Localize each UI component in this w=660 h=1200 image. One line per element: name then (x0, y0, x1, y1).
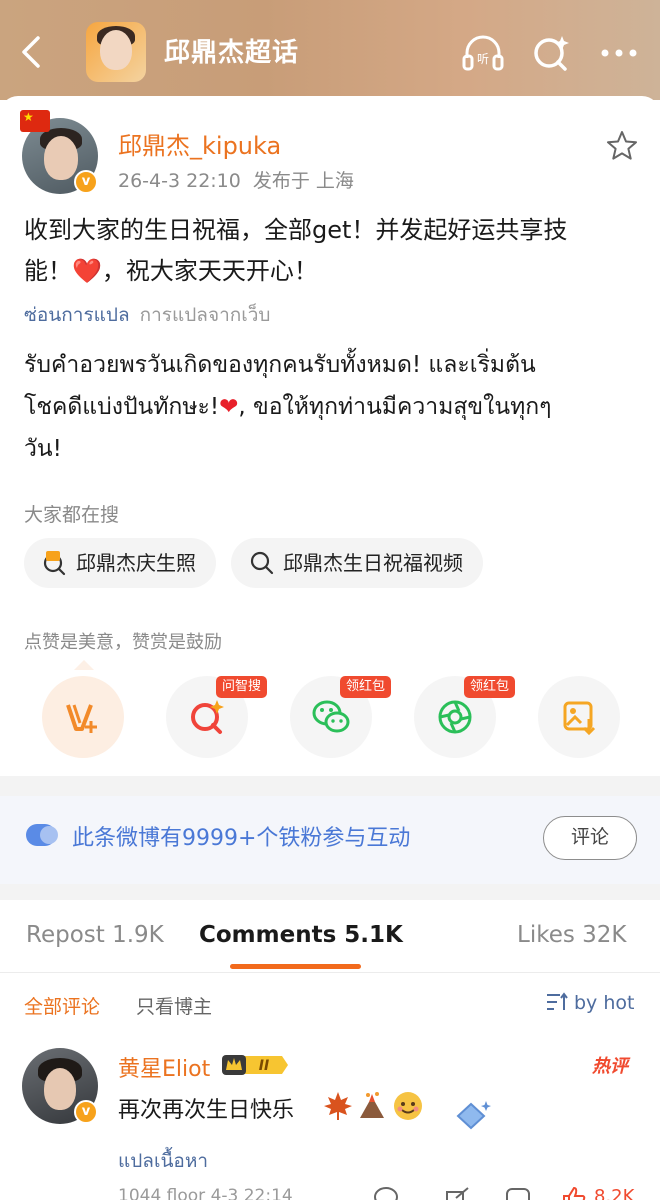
moments-red-packet-badge: 领红包 (464, 676, 516, 698)
fan-toggle-icon (26, 824, 58, 846)
translation-source: การแปลจากเว็บ (139, 304, 271, 326)
post-line-2-start: 能！ (24, 257, 72, 285)
trending-searches-title: 大家都在搜 (24, 504, 120, 526)
avatar-face (44, 136, 78, 180)
section-gap (0, 884, 660, 900)
more-options-icon[interactable] (596, 30, 642, 76)
tip-arrow (74, 660, 94, 670)
post-line-2: 能！❤️，祝大家天天开心！ (24, 251, 644, 292)
smart-search-icon (191, 700, 224, 734)
translated-line-2-start: โชคดีแบ่งปันทักษะ! (24, 394, 220, 420)
tab-likes[interactable]: Likes 32K (517, 922, 627, 948)
avatar-face (44, 1068, 76, 1110)
back-arrow-icon[interactable] (14, 30, 50, 74)
headphones-listen-icon[interactable]: 听 (460, 30, 506, 76)
active-tab-indicator (230, 964, 361, 969)
smart-search-badge: 问智搜 (216, 676, 268, 698)
save-image-icon (563, 701, 596, 736)
post-body: 收到大家的生日祝福，全部get！并发起好运共享技 能！❤️，祝大家天天开心！ (24, 210, 644, 292)
search-chip-2[interactable]: 邱鼎杰生日祝福视频 (231, 538, 483, 588)
hot-search-icon (43, 550, 66, 575)
volcano-icon (360, 1092, 384, 1118)
filter-all-comments[interactable]: 全部评论 (24, 992, 100, 1019)
sort-icon (547, 991, 568, 1010)
hide-translation-link[interactable]: ซ่อนการแปล (24, 304, 130, 326)
wechat-red-packet-badge: 领红包 (340, 676, 392, 698)
comment-text: 再次再次生日快乐 (118, 1098, 295, 1123)
translated-line-2-end: , ขอให้ทุกท่านมีความสุขในทุกๆ (238, 394, 552, 420)
commenter-name[interactable]: 黄星Eliot (118, 1051, 210, 1083)
comment-meta: 1044 floor 4-3 22:14 (118, 1186, 293, 1200)
reward-icon (66, 704, 97, 733)
topic-header: 邱鼎杰超话 听 (0, 0, 660, 100)
wechat-icon (312, 700, 350, 733)
topic-title[interactable]: 邱鼎杰超话 (164, 32, 299, 69)
fan-interaction-banner[interactable]: 此条微博有9999+个铁粉参与互动 评论 (0, 796, 660, 884)
listen-label: 听 (477, 52, 489, 66)
fan-level-label: II (259, 1058, 269, 1074)
author-avatar[interactable]: v (20, 110, 98, 194)
share-icon[interactable] (444, 1186, 472, 1200)
topic-avatar[interactable] (86, 22, 146, 82)
save-image-button[interactable] (538, 676, 620, 758)
reward-button[interactable] (42, 676, 124, 758)
avatar-face (100, 30, 132, 70)
section-gap (0, 776, 660, 796)
translated-body: รับคำอวยพรวันเกิดของทุกคนรับทั้งหมด! และ… (24, 344, 644, 470)
diamond-sticker-icon (456, 1101, 491, 1130)
search-chip-2-label: 邱鼎杰生日祝福视频 (283, 551, 463, 575)
search-chip-1[interactable]: 邱鼎杰庆生照 (24, 538, 216, 588)
post-location: 发布于 上海 (252, 170, 354, 192)
smart-search-icon[interactable] (528, 30, 574, 76)
moments-icon (438, 700, 472, 734)
smiling-face-emoji-icon (394, 1092, 422, 1120)
like-thumb-icon[interactable] (560, 1186, 588, 1200)
sort-toggle[interactable]: by hot (546, 991, 635, 1014)
heart-emoji-icon: ❤️ (72, 257, 102, 285)
filter-owner-only[interactable]: 只看博主 (136, 992, 212, 1019)
post-line-1: 收到大家的生日祝福，全部get！并发起好运共享技 (24, 216, 568, 244)
post-meta: 26-4-3 22:10 发布于 上海 (118, 166, 354, 193)
translated-line-3: วัน! (24, 436, 62, 462)
translation-header: ซ่อนการแปล การแปลจากเว็บ (24, 300, 270, 330)
maple-leaf-icon (324, 1092, 352, 1120)
comment-icon[interactable] (504, 1186, 532, 1200)
post-line-2-end: ，祝大家天天开心！ (101, 257, 318, 285)
translated-line-2: โชคดีแบ่งปันทักษะ!❤, ขอให้ทุกท่านมีความส… (24, 386, 644, 428)
reply-icon[interactable] (372, 1186, 400, 1200)
post-date: 26-4-3 22:10 (118, 170, 241, 192)
comment-button[interactable]: 评论 (543, 816, 637, 860)
reward-tip: 点赞是美意，赞赏是鼓励 (24, 632, 222, 653)
tab-divider (0, 972, 660, 973)
search-icon (250, 551, 274, 574)
translated-line-1: รับคำอวยพรวันเกิดของทุกคนรับทั้งหมด! และ… (24, 352, 536, 378)
verified-badge-icon: v (74, 1100, 98, 1124)
tab-repost[interactable]: Repost 1.9K (26, 922, 164, 948)
author-name[interactable]: 邱鼎杰_kipuka (118, 126, 281, 161)
tab-comments[interactable]: Comments 5.1K (199, 922, 403, 948)
china-flag-icon (20, 110, 50, 132)
heart-emoji-icon: ❤ (219, 394, 239, 420)
fan-interaction-text: 此条微博有9999+个铁粉参与互动 (72, 826, 411, 851)
fan-level-badge-icon: II (222, 1055, 288, 1075)
search-chip-1-label: 邱鼎杰庆生照 (76, 551, 196, 575)
sort-label: by hot (574, 992, 635, 1014)
translate-comment-link[interactable]: แปลเนื้อหา (118, 1146, 208, 1176)
favorite-star-icon[interactable] (604, 128, 640, 164)
like-count: 8.2K (594, 1186, 635, 1200)
verified-badge-icon: v (74, 170, 98, 194)
hot-comment-badge: 热评 (592, 1056, 628, 1077)
